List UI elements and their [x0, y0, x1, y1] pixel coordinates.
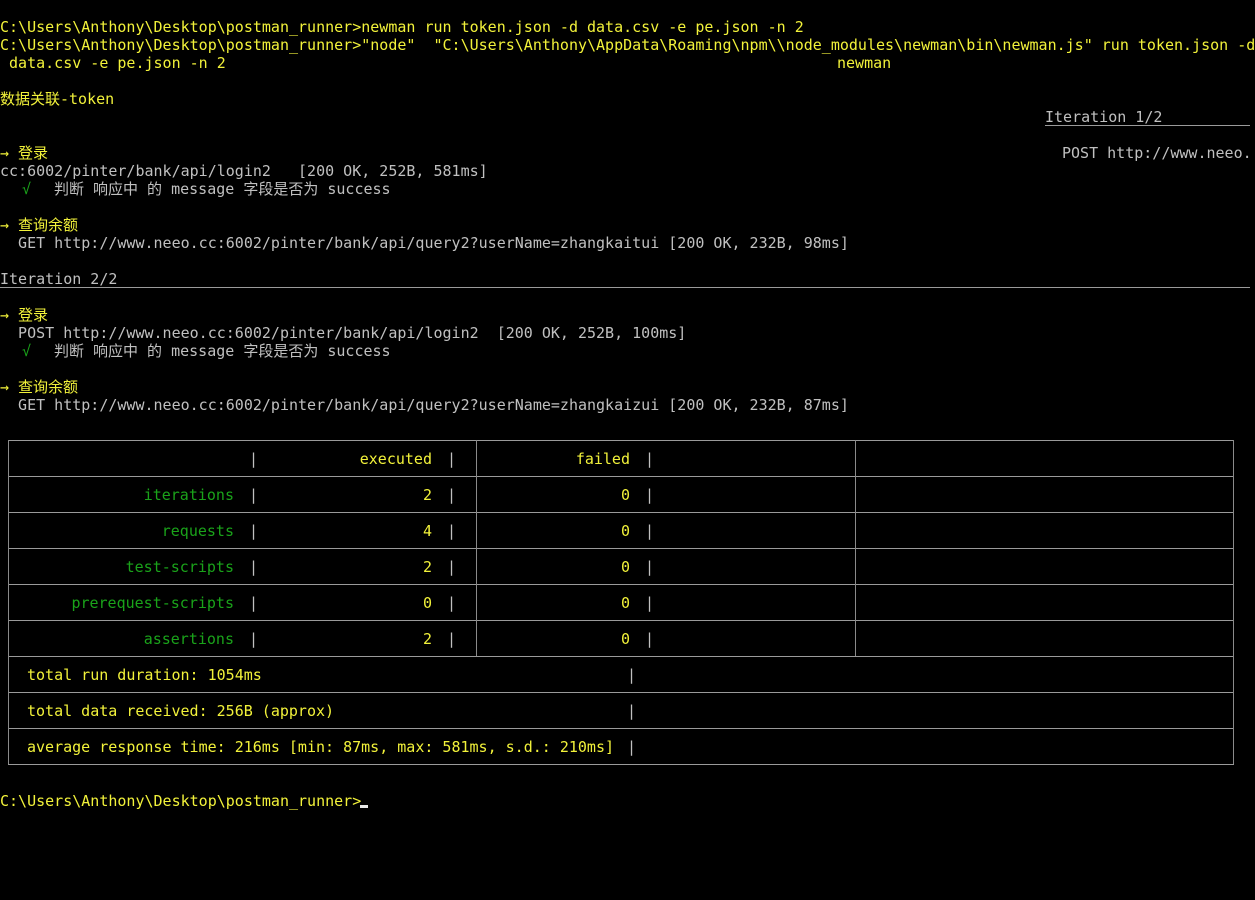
table-border	[855, 440, 856, 656]
request-2-line: GET http://www.neeo.cc:6002/pinter/bank/…	[0, 234, 849, 252]
pipe: |	[645, 630, 655, 648]
pipe: |	[249, 594, 259, 612]
row-failed: 0	[620, 522, 630, 540]
pipe: |	[645, 522, 655, 540]
pipe: |	[645, 594, 655, 612]
request-1-url-continued: cc:6002/pinter/bank/api/login2 [200 OK, …	[0, 162, 488, 180]
row-failed: 0	[620, 630, 630, 648]
row-label-iterations: iterations	[143, 486, 234, 504]
request-3-assertion: 判断 响应中 的 message 字段是否为 success	[54, 342, 391, 360]
total-data-received: total data received: 256B (approx)	[27, 702, 335, 720]
collection-title: 数据关联-token	[0, 90, 115, 108]
pipe: |	[249, 486, 259, 504]
request-1-assertion: 判断 响应中 的 message 字段是否为 success	[54, 180, 391, 198]
iteration-1-divider	[1045, 125, 1250, 126]
pipe: |	[249, 630, 259, 648]
table-border	[8, 692, 1234, 693]
row-executed: 4	[422, 522, 432, 540]
pipe: |	[645, 558, 655, 576]
request-4-line: GET http://www.neeo.cc:6002/pinter/bank/…	[0, 396, 849, 414]
pipe: |	[447, 522, 457, 540]
pipe: |	[249, 522, 259, 540]
table-border	[8, 656, 1234, 657]
row-label-requests: requests	[161, 522, 234, 540]
command-line-3-tail: newman	[837, 54, 892, 72]
table-border	[8, 512, 1234, 513]
row-failed: 0	[620, 558, 630, 576]
table-border	[8, 548, 1234, 549]
command-line-2: C:\Users\Anthony\Desktop\postman_runner>…	[0, 36, 1255, 54]
request-3-line: POST http://www.neeo.cc:6002/pinter/bank…	[0, 324, 687, 342]
table-border	[8, 440, 9, 764]
table-border	[8, 476, 1234, 477]
row-failed: 0	[620, 486, 630, 504]
header-failed: failed	[575, 450, 630, 468]
pipe: |	[627, 666, 637, 684]
row-executed: 2	[422, 486, 432, 504]
row-executed: 0	[422, 594, 432, 612]
pipe: |	[447, 630, 457, 648]
row-executed: 2	[422, 630, 432, 648]
check-mark-icon: √	[22, 342, 32, 360]
row-label-prerequest-scripts: prerequest-scripts	[71, 594, 234, 612]
request-1-name: → 登录	[0, 144, 49, 162]
pipe: |	[447, 558, 457, 576]
header-executed: executed	[359, 450, 432, 468]
command-prompt[interactable]: C:\Users\Anthony\Desktop\postman_runner>	[0, 792, 361, 810]
table-border	[1233, 440, 1234, 764]
request-3-name: → 登录	[0, 306, 49, 324]
request-2-name: → 查询余额	[0, 216, 79, 234]
request-1-method-url: POST http://www.neeo.	[1062, 144, 1252, 162]
average-response-time: average response time: 216ms [min: 87ms,…	[27, 738, 614, 756]
pipe: |	[249, 558, 259, 576]
pipe: |	[645, 450, 655, 468]
pipe: |	[627, 738, 637, 756]
table-border	[8, 728, 1234, 729]
row-label-test-scripts: test-scripts	[125, 558, 234, 576]
row-failed: 0	[620, 594, 630, 612]
iteration-2-label: Iteration 2/2	[0, 270, 118, 288]
pipe: |	[645, 486, 655, 504]
row-label-assertions: assertions	[143, 630, 234, 648]
iteration-1-label: Iteration 1/2	[1045, 108, 1163, 126]
pipe: |	[249, 450, 259, 468]
table-border	[8, 440, 1234, 441]
table-border	[8, 764, 1234, 765]
table-border	[8, 584, 1234, 585]
table-border	[476, 440, 477, 656]
command-line-3: data.csv -e pe.json -n 2	[0, 54, 226, 72]
pipe: |	[447, 450, 457, 468]
pipe: |	[627, 702, 637, 720]
check-mark-icon: √	[22, 180, 32, 198]
iteration-2-divider	[0, 287, 1250, 288]
text-cursor	[360, 805, 368, 808]
request-4-name: → 查询余额	[0, 378, 79, 396]
command-line-1: C:\Users\Anthony\Desktop\postman_runner>…	[0, 18, 804, 36]
pipe: |	[447, 486, 457, 504]
table-border	[8, 620, 1234, 621]
pipe: |	[447, 594, 457, 612]
total-run-duration: total run duration: 1054ms	[27, 666, 262, 684]
row-executed: 2	[422, 558, 432, 576]
